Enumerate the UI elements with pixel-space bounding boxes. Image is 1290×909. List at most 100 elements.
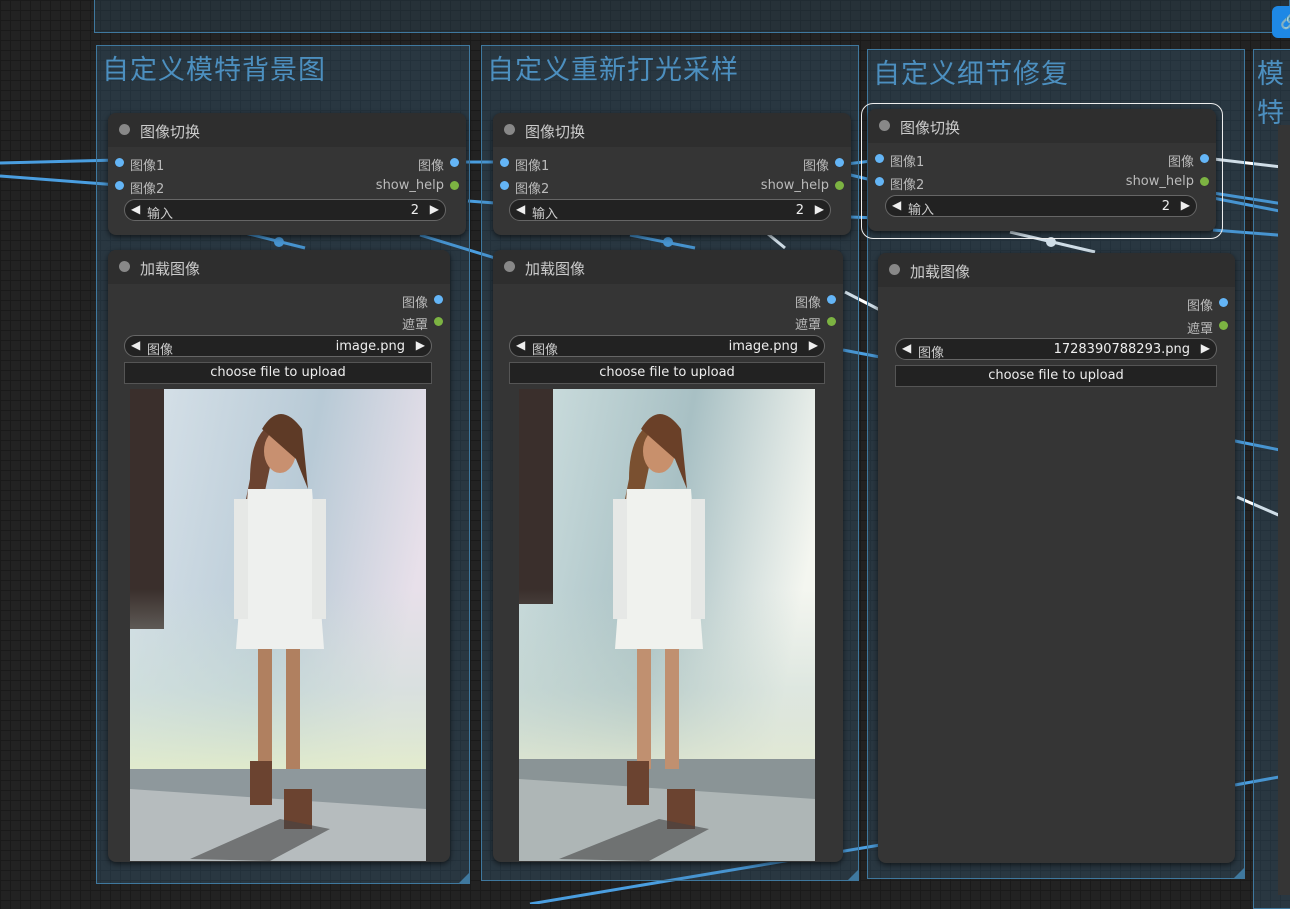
group-title: 模特 xyxy=(1257,59,1284,129)
input-pin-image2[interactable] xyxy=(500,181,509,190)
output-pin-image[interactable] xyxy=(1219,298,1228,307)
widget-value: image.png xyxy=(728,339,798,354)
output-pin-image[interactable] xyxy=(1200,154,1209,163)
output-pin-show-help[interactable] xyxy=(835,181,844,190)
node-title: 加载图像 xyxy=(910,263,971,281)
input-pin-image2[interactable] xyxy=(875,177,884,186)
output-slot-image: 图像 xyxy=(794,296,821,311)
collapse-dot[interactable] xyxy=(879,120,890,131)
image-switch-node[interactable]: 图像切换 图像1 图像2 图像 show_help ◀ 输入 2 ▶ xyxy=(868,109,1216,231)
load-image-node[interactable]: 加载图像 图像 遮罩 ◀ 图像 image.png ▶ choose file … xyxy=(108,250,450,862)
widget-label: 图像 xyxy=(147,343,174,358)
node-partial[interactable] xyxy=(1278,125,1290,895)
input-select-widget[interactable]: ◀ 输入 2 ▶ xyxy=(124,199,446,222)
input-slot-image1: 图像1 xyxy=(890,155,925,170)
image-select-widget[interactable]: ◀ 图像 image.png ▶ xyxy=(124,335,432,358)
collapse-dot[interactable] xyxy=(119,124,130,135)
output-slot-show-help: show_help xyxy=(375,178,444,193)
load-image-node[interactable]: 加载图像 图像 遮罩 ◀ 图像 1728390788293.png ▶ choo… xyxy=(878,253,1235,863)
node-title: 图像切换 xyxy=(525,123,586,141)
output-slot-image: 图像 xyxy=(417,159,444,174)
node-header[interactable]: 加载图像 xyxy=(108,250,450,284)
widget-value: 2 xyxy=(1161,199,1170,214)
prev-arrow-icon[interactable]: ◀ xyxy=(902,341,911,355)
decrement-arrow-icon[interactable]: ◀ xyxy=(892,198,901,212)
collapse-dot[interactable] xyxy=(504,124,515,135)
node-header[interactable]: 图像切换 xyxy=(493,113,851,147)
input-pin-image2[interactable] xyxy=(115,181,124,190)
widget-label: 输入 xyxy=(908,203,935,218)
output-pin-show-help[interactable] xyxy=(450,181,459,190)
input-pin-image1[interactable] xyxy=(115,158,124,167)
output-pin-image[interactable] xyxy=(835,158,844,167)
resize-handle[interactable] xyxy=(848,870,858,880)
widget-label: 图像 xyxy=(918,346,945,361)
input-pin-image1[interactable] xyxy=(875,154,884,163)
image-switch-node[interactable]: 图像切换 图像1 图像2 图像 show_help ◀ 输入 2 ▶ xyxy=(108,113,466,235)
group-title: 自定义细节修复 xyxy=(873,59,1069,90)
next-arrow-icon[interactable]: ▶ xyxy=(809,338,818,352)
resize-handle[interactable] xyxy=(1234,868,1244,878)
preview-image xyxy=(130,389,426,861)
output-slot-mask: 遮罩 xyxy=(401,318,428,333)
preview-image xyxy=(519,389,815,861)
image-select-widget[interactable]: ◀ 图像 image.png ▶ xyxy=(509,335,825,358)
node-header[interactable]: 图像切换 xyxy=(868,109,1216,143)
collapse-dot[interactable] xyxy=(119,261,130,272)
node-header[interactable]: 图像切换 xyxy=(108,113,466,147)
input-pin-image1[interactable] xyxy=(500,158,509,167)
node-header[interactable]: 加载图像 xyxy=(878,253,1235,287)
prev-arrow-icon[interactable]: ◀ xyxy=(131,338,140,352)
link-button[interactable]: 🔗 xyxy=(1272,6,1290,38)
node-header[interactable]: 加载图像 xyxy=(493,250,843,284)
input-slot-image1: 图像1 xyxy=(515,159,550,174)
next-arrow-icon[interactable]: ▶ xyxy=(1201,341,1210,355)
input-slot-image2: 图像2 xyxy=(890,178,925,193)
input-select-widget[interactable]: ◀ 输入 2 ▶ xyxy=(509,199,831,222)
group-title: 自定义模特背景图 xyxy=(102,55,326,86)
output-pin-mask[interactable] xyxy=(827,317,836,326)
image-select-widget[interactable]: ◀ 图像 1728390788293.png ▶ xyxy=(895,338,1217,361)
increment-arrow-icon[interactable]: ▶ xyxy=(430,202,439,216)
output-slot-show-help: show_help xyxy=(760,178,829,193)
load-image-node[interactable]: 加载图像 图像 遮罩 ◀ 图像 image.png ▶ choose file … xyxy=(493,250,843,862)
decrement-arrow-icon[interactable]: ◀ xyxy=(516,202,525,216)
output-slot-image: 图像 xyxy=(401,296,428,311)
choose-file-button[interactable]: choose file to upload xyxy=(895,365,1217,387)
output-pin-image[interactable] xyxy=(450,158,459,167)
choose-file-button[interactable]: choose file to upload xyxy=(509,362,825,384)
increment-arrow-icon[interactable]: ▶ xyxy=(815,202,824,216)
output-pin-image[interactable] xyxy=(827,295,836,304)
increment-arrow-icon[interactable]: ▶ xyxy=(1181,198,1190,212)
widget-value: 2 xyxy=(410,203,419,218)
widget-value: 1728390788293.png xyxy=(1053,342,1190,357)
prev-arrow-icon[interactable]: ◀ xyxy=(516,338,525,352)
group-title: 自定义重新打光采样 xyxy=(487,55,739,86)
node-title: 加载图像 xyxy=(140,260,201,278)
output-slot-image: 图像 xyxy=(1186,299,1213,314)
widget-label: 输入 xyxy=(532,207,559,222)
decrement-arrow-icon[interactable]: ◀ xyxy=(131,202,140,216)
next-arrow-icon[interactable]: ▶ xyxy=(416,338,425,352)
node-title: 加载图像 xyxy=(525,260,586,278)
widget-label: 输入 xyxy=(147,207,174,222)
output-slot-mask: 遮罩 xyxy=(1186,322,1213,337)
collapse-dot[interactable] xyxy=(504,261,515,272)
choose-file-button[interactable]: choose file to upload xyxy=(124,362,432,384)
collapse-dot[interactable] xyxy=(889,264,900,275)
output-pin-show-help[interactable] xyxy=(1200,177,1209,186)
resize-handle[interactable] xyxy=(459,873,469,883)
output-pin-image[interactable] xyxy=(434,295,443,304)
output-slot-show-help: show_help xyxy=(1125,174,1194,189)
input-slot-image2: 图像2 xyxy=(515,182,550,197)
output-slot-image: 图像 xyxy=(1167,155,1194,170)
input-slot-image1: 图像1 xyxy=(130,159,165,174)
input-slot-image2: 图像2 xyxy=(130,182,165,197)
top-group-frame xyxy=(94,0,1290,33)
output-pin-mask[interactable] xyxy=(1219,321,1228,330)
input-select-widget[interactable]: ◀ 输入 2 ▶ xyxy=(885,195,1197,218)
node-title: 图像切换 xyxy=(140,123,201,141)
output-pin-mask[interactable] xyxy=(434,317,443,326)
image-switch-node[interactable]: 图像切换 图像1 图像2 图像 show_help ◀ 输入 2 ▶ xyxy=(493,113,851,235)
node-title: 图像切换 xyxy=(900,119,961,137)
